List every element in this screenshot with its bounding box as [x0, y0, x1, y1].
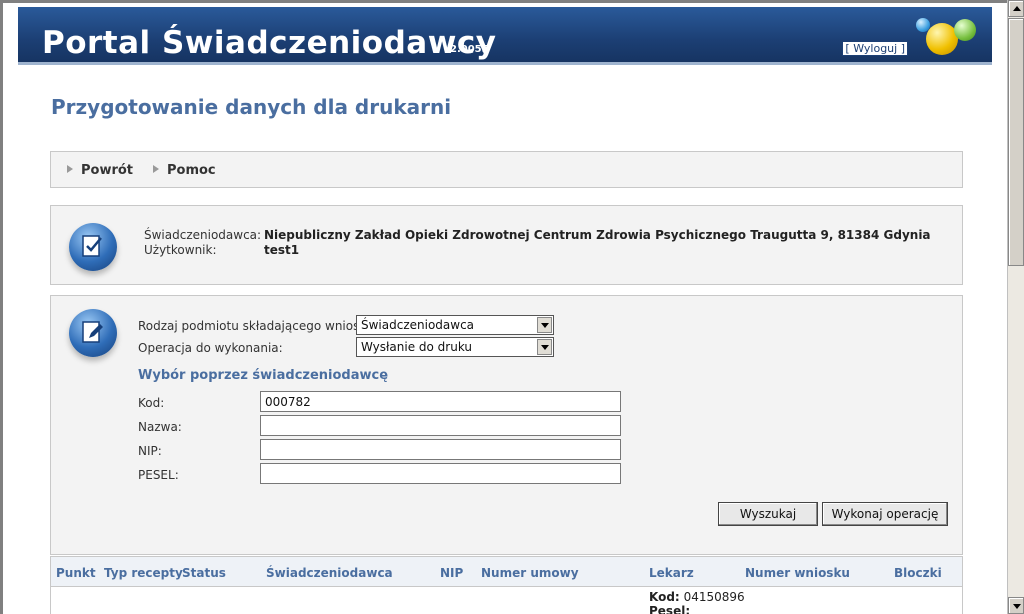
portal-version: 2.0055	[450, 44, 489, 55]
dropdown-arrow-icon[interactable]	[537, 339, 552, 355]
col-numer-umowy[interactable]: Numer umowy	[481, 566, 579, 580]
operation-select[interactable]: Wysłanie do druku	[356, 337, 554, 357]
browser-content: Portal Świadczeniodawcy 2.0055 [ Wyloguj…	[0, 0, 1007, 614]
col-status[interactable]: Status	[182, 566, 226, 580]
nazwa-input[interactable]	[260, 415, 621, 436]
kod-input[interactable]: 000782	[260, 391, 621, 412]
col-bloczki[interactable]: Bloczki	[894, 566, 942, 580]
col-swiadczeniodawca[interactable]: Świadczeniodawca	[266, 566, 393, 580]
provider-label: Świadczeniodawca:	[144, 228, 262, 242]
nip-label: NIP:	[138, 444, 162, 458]
operation-label: Operacja do wykonania:	[138, 341, 283, 355]
entity-type-value: Świadczeniodawca	[361, 318, 475, 332]
table-row: Kod: 04150896 Pesel:	[50, 587, 963, 614]
provider-value: Niepubliczny Zakład Opieki Zdrowotnej Ce…	[264, 228, 931, 242]
col-nip[interactable]: NIP	[440, 566, 463, 580]
entity-type-select[interactable]: Świadczeniodawca	[356, 315, 554, 335]
dropdown-arrow-icon[interactable]	[537, 317, 552, 333]
entity-type-label: Rodzaj podmiotu składającego wniosek:	[138, 319, 378, 333]
help-link-label: Pomoc	[167, 163, 216, 178]
results-table-header: Punkt Typ recepty Status Świadczeniodawc…	[50, 556, 963, 587]
col-numer-wniosku[interactable]: Numer wniosku	[745, 566, 850, 580]
lekarz-kod: Kod: 04150896	[649, 590, 745, 604]
execute-operation-button[interactable]: Wykonaj operację	[822, 502, 948, 526]
kod-label: Kod:	[138, 396, 165, 410]
pesel-input[interactable]	[260, 463, 621, 484]
section-title: Wybór poprzez świadczeniodawcę	[138, 368, 389, 383]
scroll-down-icon[interactable]	[1008, 597, 1024, 614]
arrow-right-icon	[153, 165, 159, 173]
search-button[interactable]: Wyszukaj	[718, 502, 818, 526]
page-title: Przygotowanie danych dla drukarni	[51, 95, 452, 119]
green-ball-icon	[954, 19, 976, 41]
user-value: test1	[264, 243, 300, 257]
action-bar: Powrót Pomoc	[50, 151, 963, 188]
portal-title: Portal Świadczeniodawcy	[42, 25, 497, 61]
back-link-label: Powrót	[81, 163, 134, 178]
logout-link[interactable]: [ Wyloguj ]	[842, 41, 908, 56]
col-typ-recepty[interactable]: Typ recepty	[104, 566, 183, 580]
col-lekarz[interactable]: Lekarz	[649, 566, 694, 580]
lekarz-pesel-label: Pesel:	[649, 604, 691, 614]
nazwa-label: Nazwa:	[138, 420, 182, 434]
scroll-thumb[interactable]	[1008, 18, 1024, 266]
arrow-right-icon	[67, 165, 73, 173]
portal-header: Portal Świadczeniodawcy 2.0055 [ Wyloguj…	[18, 7, 992, 65]
col-punkt[interactable]: Punkt	[56, 566, 96, 580]
scroll-up-icon[interactable]	[1008, 0, 1024, 17]
pesel-label: PESEL:	[138, 468, 179, 482]
info-panel: Świadczeniodawca: Niepubliczny Zakład Op…	[50, 205, 963, 285]
help-link[interactable]: Pomoc	[153, 163, 216, 178]
lekarz-kod-label: Kod:	[649, 590, 680, 604]
user-label: Użytkownik:	[144, 243, 217, 257]
vertical-scrollbar[interactable]	[1007, 0, 1024, 614]
lekarz-kod-value: 04150896	[683, 590, 745, 604]
logo-balls-icon	[908, 15, 978, 62]
nip-input[interactable]	[260, 439, 621, 460]
operation-form-panel: Rodzaj podmiotu składającego wniosek: Św…	[50, 295, 963, 555]
operation-value: Wysłanie do druku	[361, 340, 473, 354]
back-link[interactable]: Powrót	[67, 163, 133, 178]
document-edit-icon	[69, 309, 117, 357]
document-check-icon	[69, 223, 117, 271]
